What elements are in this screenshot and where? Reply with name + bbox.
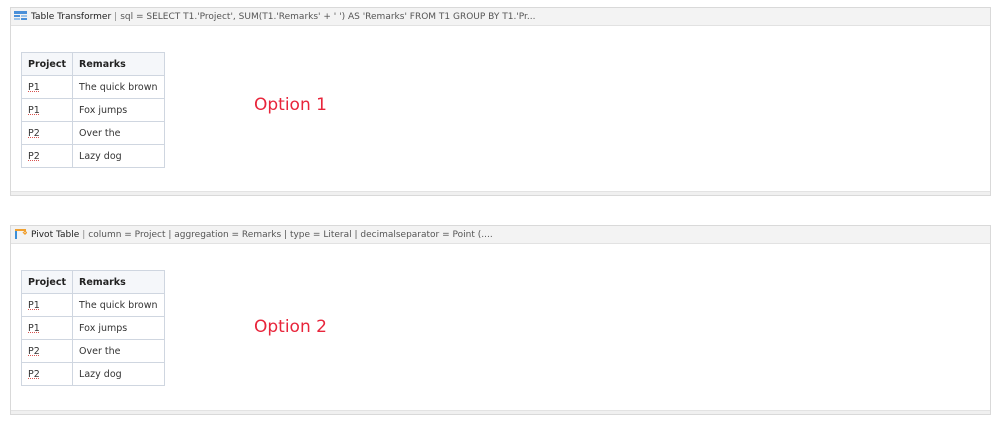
- option-annotation: Option 2: [254, 317, 327, 337]
- title-separator: |: [114, 11, 118, 22]
- panel-footer-bar: [11, 410, 990, 414]
- table-row: P2 Over the: [20, 121, 165, 145]
- project-value: P2: [28, 150, 40, 162]
- panel-header[interactable]: Table Transformer | sql = SELECT T1.'Pro…: [11, 8, 990, 26]
- table-header-row: Project Remarks: [20, 270, 165, 294]
- table-transformer-panel: Table Transformer | sql = SELECT T1.'Pro…: [10, 7, 991, 196]
- column-header-project[interactable]: Project: [20, 270, 74, 294]
- project-value: P2: [28, 127, 40, 139]
- project-value: P2: [28, 345, 40, 357]
- panel-footer-bar: [11, 191, 990, 195]
- column-header-remarks[interactable]: Remarks: [72, 270, 165, 294]
- panel-body: Project Remarks P1 The quick brown P1 Fo…: [11, 26, 990, 195]
- remarks-cell: Lazy dog: [72, 144, 165, 168]
- remarks-cell: Over the: [72, 339, 165, 363]
- panel-params: column = Project | aggregation = Remarks…: [88, 229, 493, 240]
- project-cell: P2: [20, 362, 74, 386]
- remarks-cell: Lazy dog: [72, 362, 165, 386]
- title-separator: |: [82, 229, 86, 240]
- project-cell: P1: [20, 75, 74, 99]
- result-table: Project Remarks P1 The quick brown P1 Fo…: [20, 52, 165, 168]
- table-row: P2 Lazy dog: [20, 144, 165, 168]
- project-cell: P2: [20, 339, 74, 363]
- remarks-cell: Fox jumps: [72, 98, 165, 122]
- panel-params: sql = SELECT T1.'Project', SUM(T1.'Remar…: [120, 11, 536, 22]
- project-cell: P2: [20, 121, 74, 145]
- remarks-cell: Over the: [72, 121, 165, 145]
- table-row: P2 Over the: [20, 339, 165, 363]
- pivot-table-panel: Pivot Table | column = Project | aggrega…: [10, 225, 991, 415]
- panel-title: Table Transformer: [31, 11, 112, 22]
- panel-body: Project Remarks P1 The quick brown P1 Fo…: [11, 244, 990, 414]
- remarks-cell: The quick brown: [72, 293, 165, 317]
- project-cell: P1: [20, 293, 74, 317]
- table-row: P1 The quick brown: [20, 293, 165, 317]
- table-transformer-icon: [14, 11, 27, 22]
- project-value: P1: [28, 299, 40, 311]
- panel-title: Pivot Table: [31, 229, 80, 240]
- project-cell: P1: [20, 316, 74, 340]
- table-row: P1 The quick brown: [20, 75, 165, 99]
- result-table: Project Remarks P1 The quick brown P1 Fo…: [20, 270, 165, 386]
- project-cell: P1: [20, 98, 74, 122]
- column-header-project[interactable]: Project: [20, 52, 74, 76]
- table-row: P2 Lazy dog: [20, 362, 165, 386]
- project-value: P1: [28, 104, 40, 116]
- table-row: P1 Fox jumps: [20, 316, 165, 340]
- table-header-row: Project Remarks: [20, 52, 165, 76]
- remarks-cell: The quick brown: [72, 75, 165, 99]
- table-row: P1 Fox jumps: [20, 98, 165, 122]
- project-value: P1: [28, 322, 40, 334]
- project-value: P1: [28, 81, 40, 93]
- option-annotation: Option 1: [254, 95, 327, 115]
- pivot-table-icon: [14, 229, 27, 240]
- panel-header[interactable]: Pivot Table | column = Project | aggrega…: [11, 226, 990, 244]
- project-cell: P2: [20, 144, 74, 168]
- column-header-remarks[interactable]: Remarks: [72, 52, 165, 76]
- project-value: P2: [28, 368, 40, 380]
- remarks-cell: Fox jumps: [72, 316, 165, 340]
